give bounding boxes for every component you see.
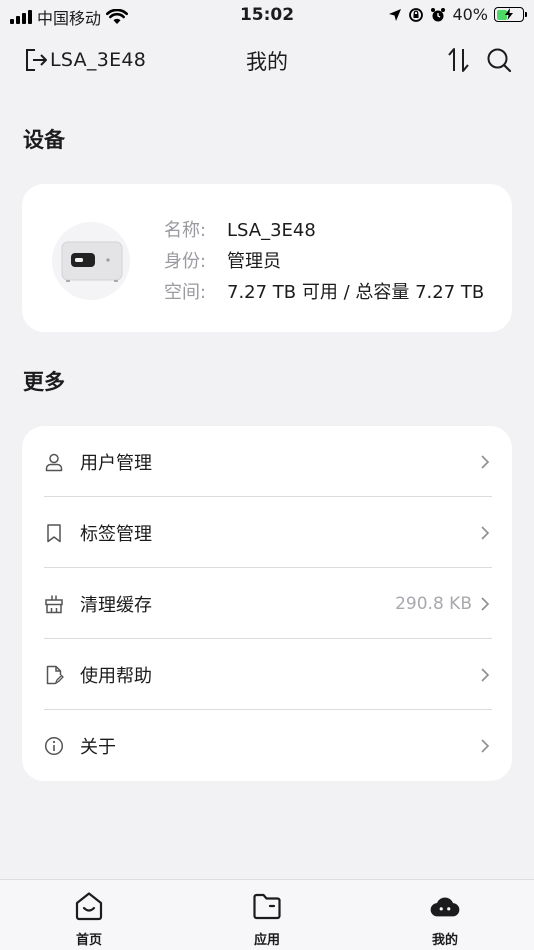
- battery-icon: [494, 7, 527, 22]
- charging-bolt-icon: [505, 8, 513, 20]
- search-button[interactable]: [486, 46, 512, 74]
- tab-label: 首页: [75, 933, 102, 948]
- role-value: 管理员: [227, 251, 281, 272]
- home-icon: [73, 890, 105, 922]
- menu-item-label: 使用帮助: [80, 665, 152, 687]
- chevron-right-icon: [480, 738, 492, 754]
- menu-item-help[interactable]: 使用帮助: [22, 639, 512, 710]
- menu-item-label: 清理缓存: [80, 594, 152, 616]
- tab-bar: 首页 应用 我的: [0, 879, 534, 950]
- device-info: 名称: LSA_3E48 身份: 管理员 空间: 7.27 TB 可用 / 总容…: [164, 215, 484, 308]
- nav-bar: LSA_3E48 我的: [0, 40, 534, 82]
- menu-item-label: 用户管理: [80, 452, 152, 474]
- name-value: LSA_3E48: [227, 220, 316, 241]
- chevron-right-icon: [480, 454, 492, 470]
- help-doc-icon: [44, 665, 64, 685]
- exit-icon: [26, 49, 47, 71]
- menu-item-label: 关于: [80, 736, 116, 758]
- nav-actions: [446, 46, 512, 74]
- chevron-right-icon: [480, 525, 492, 541]
- space-key: 空间:: [164, 282, 207, 303]
- search-icon: [487, 48, 512, 73]
- transfer-arrows-icon: [448, 48, 469, 72]
- tab-apps[interactable]: 应用: [232, 890, 302, 948]
- device-role-row: 身份: 管理员: [164, 246, 484, 277]
- location-arrow-icon: [389, 8, 402, 21]
- space-value: 7.27 TB 可用 / 总容量 7.27 TB: [227, 282, 485, 303]
- device-section-title: 设备: [23, 128, 65, 152]
- device-card[interactable]: 名称: LSA_3E48 身份: 管理员 空间: 7.27 TB 可用 / 总容…: [22, 184, 512, 332]
- folder-icon: [251, 890, 283, 922]
- name-key: 名称:: [164, 220, 207, 241]
- device-name-row: 名称: LSA_3E48: [164, 215, 484, 246]
- tab-label: 我的: [431, 933, 458, 948]
- tab-home[interactable]: 首页: [54, 890, 124, 948]
- more-section-title: 更多: [23, 370, 65, 394]
- info-icon: [44, 736, 64, 756]
- menu-item-tag-management[interactable]: 标签管理: [22, 497, 512, 568]
- status-bar: 中国移动 15:02 40%: [0, 0, 534, 32]
- chevron-right-icon: [480, 596, 492, 612]
- menu-item-label: 标签管理: [80, 523, 152, 545]
- menu-item-clear-cache[interactable]: 清理缓存 290.8 KB: [22, 568, 512, 639]
- battery-percent: 40%: [452, 5, 488, 24]
- device-image: [52, 222, 130, 300]
- device-space-row: 空间: 7.27 TB 可用 / 总容量 7.27 TB: [164, 277, 484, 308]
- cache-size: 290.8 KB: [395, 593, 472, 614]
- menu-item-about[interactable]: 关于: [22, 710, 512, 781]
- tab-label: 应用: [253, 933, 280, 948]
- cloud-icon: [429, 890, 461, 922]
- more-menu-card: 用户管理 标签管理 清理缓存 290.8 KB 使用帮助 关于: [22, 426, 512, 781]
- status-right: 40%: [388, 5, 527, 24]
- transfer-button[interactable]: [446, 46, 472, 74]
- rotation-lock-icon: [409, 7, 424, 22]
- role-key: 身份:: [164, 251, 207, 272]
- nas-device-icon: [61, 241, 123, 282]
- broom-icon: [44, 594, 64, 614]
- switch-device-button[interactable]: LSA_3E48: [24, 47, 146, 73]
- alarm-icon: [431, 7, 446, 21]
- user-icon: [44, 452, 64, 472]
- chevron-right-icon: [480, 667, 492, 683]
- menu-item-user-management[interactable]: 用户管理: [22, 426, 512, 497]
- tab-mine[interactable]: 我的: [410, 890, 480, 948]
- current-device-name: LSA_3E48: [50, 49, 147, 71]
- bookmark-icon: [44, 523, 64, 543]
